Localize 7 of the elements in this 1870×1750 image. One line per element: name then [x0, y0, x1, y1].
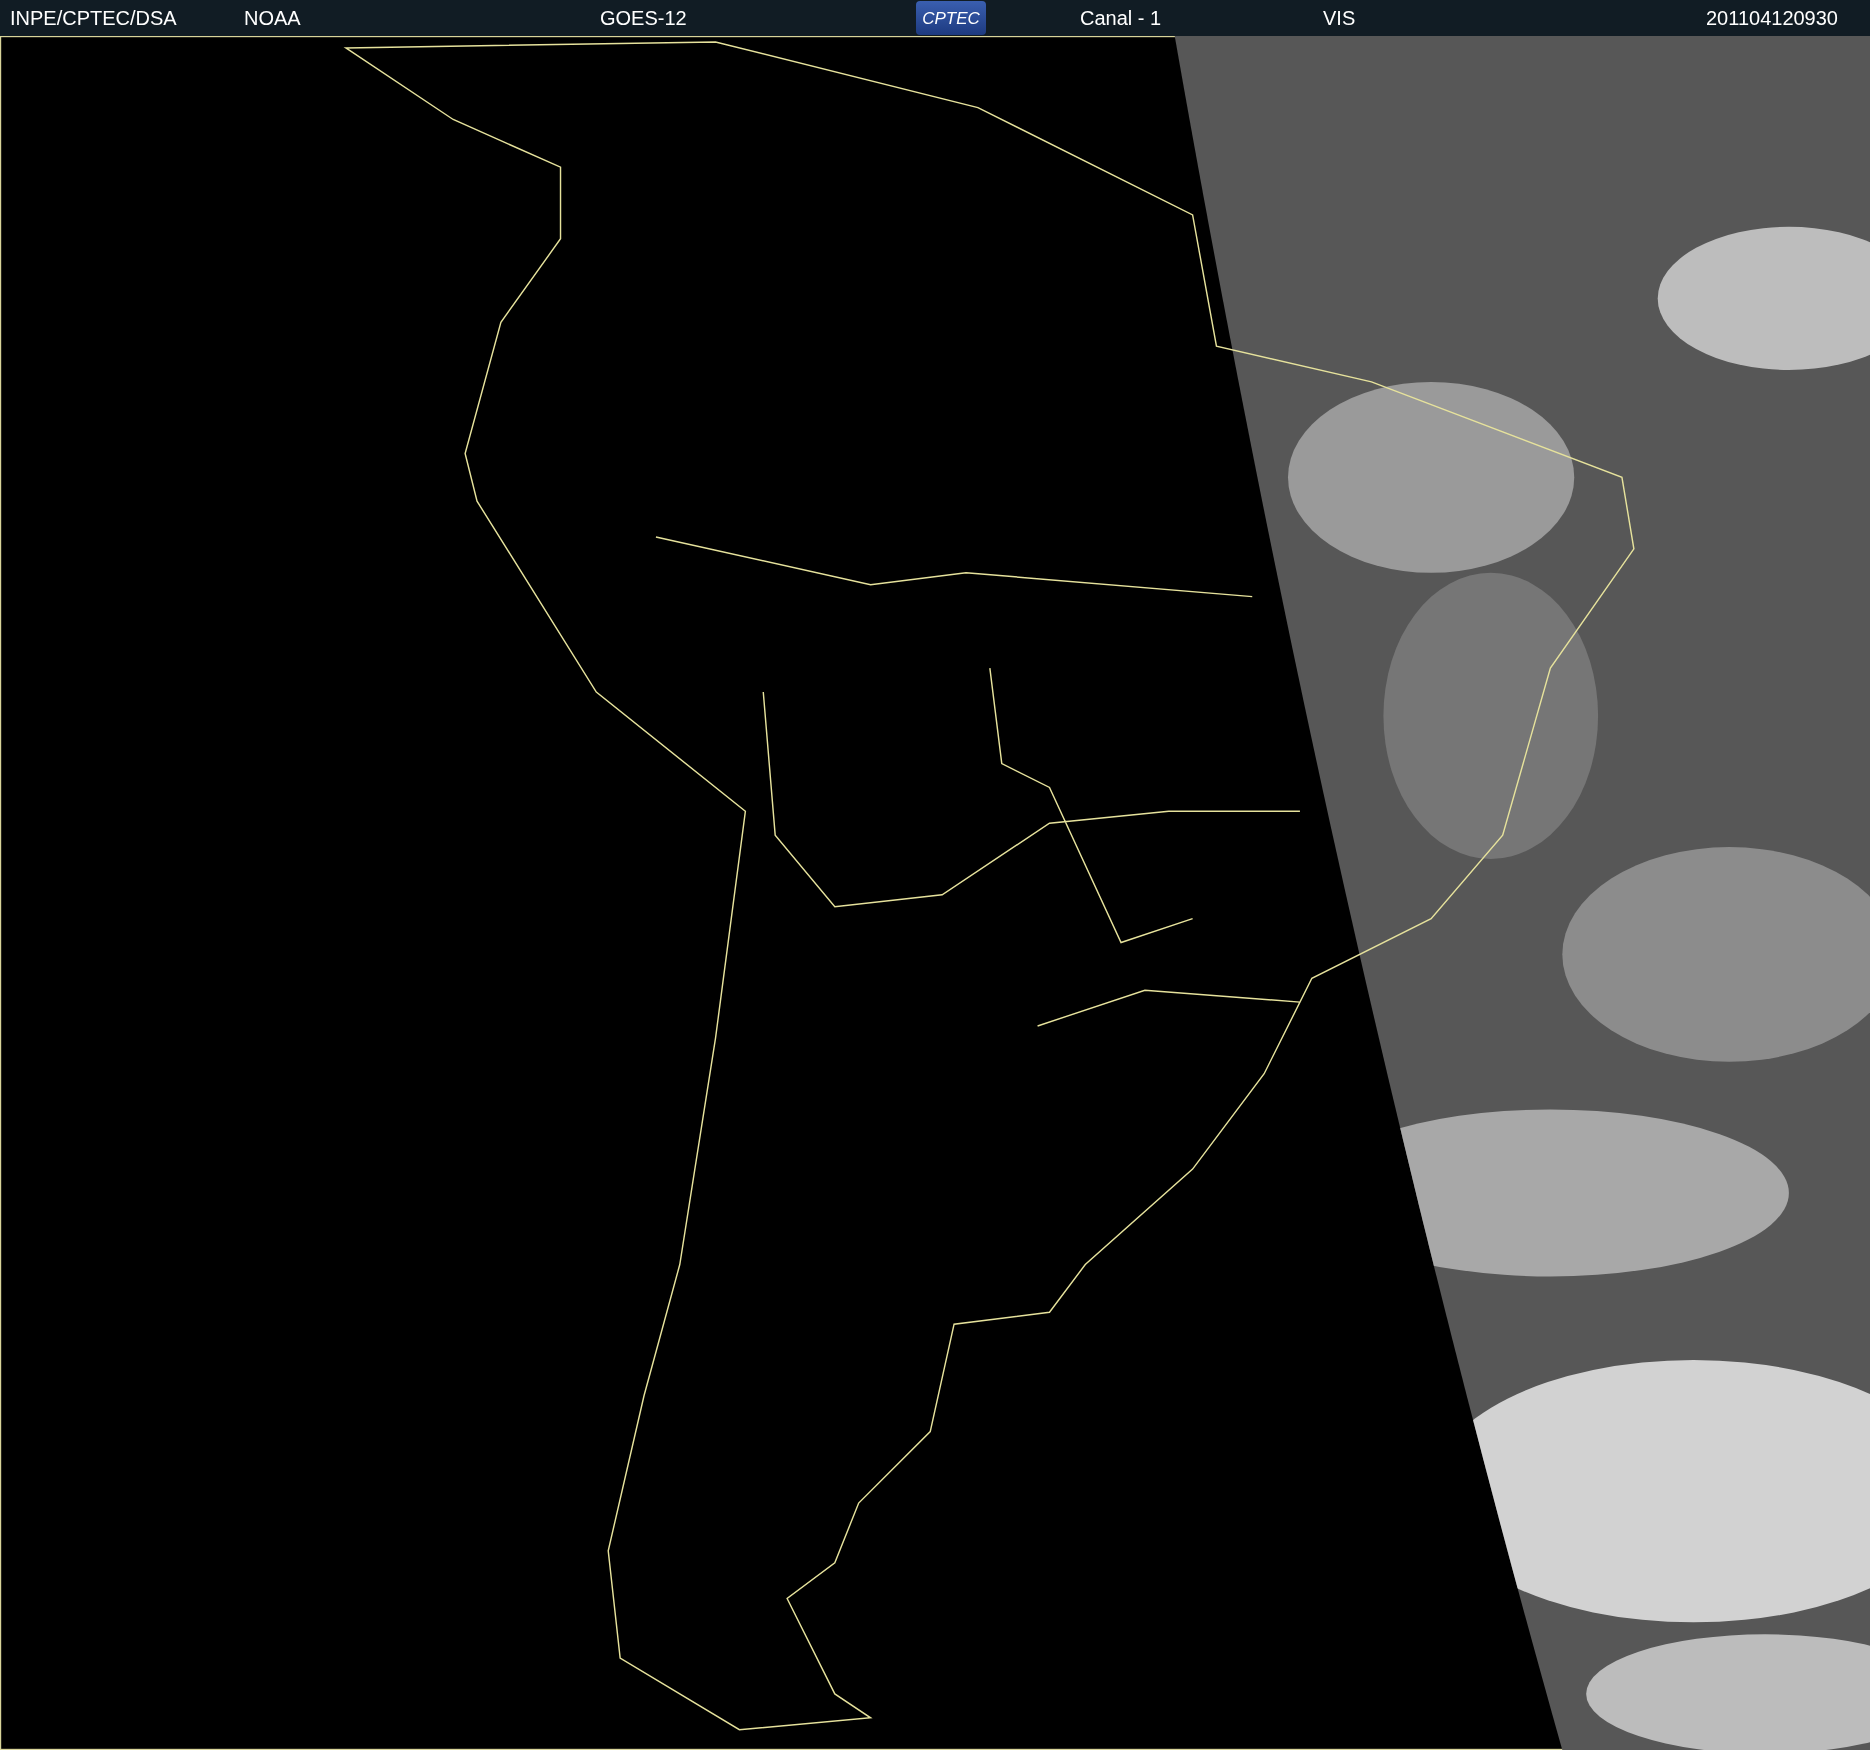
agency-label: NOAA — [244, 8, 302, 28]
source-label: INPE/CPTEC/DSA — [10, 8, 178, 28]
logo-badge: CPTEC — [916, 1, 986, 35]
timestamp-label: 201104120930 — [1706, 8, 1838, 28]
satellite-label: GOES-12 — [600, 8, 688, 28]
channel-label: Canal - 1 — [1080, 8, 1163, 28]
band-label: VIS — [1323, 8, 1356, 28]
